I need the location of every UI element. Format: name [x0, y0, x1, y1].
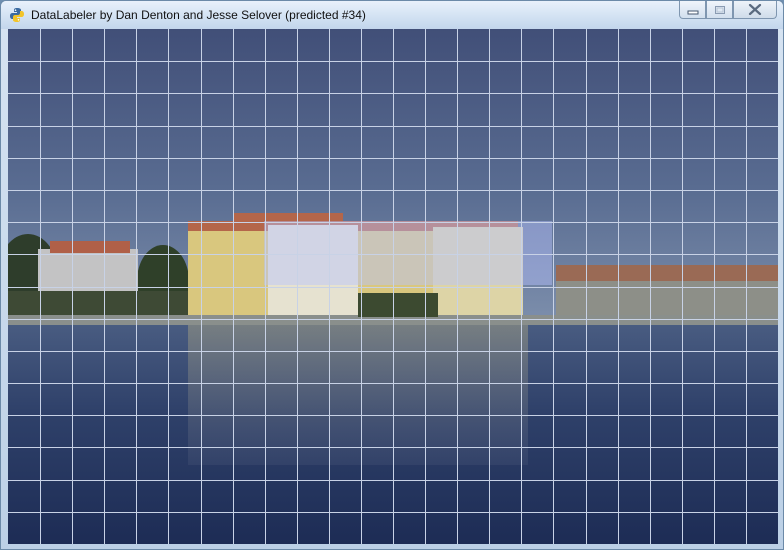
window-controls — [679, 1, 777, 20]
label-grid[interactable] — [8, 29, 778, 544]
python-icon — [9, 7, 25, 23]
minimize-button[interactable] — [679, 1, 706, 19]
image-canvas[interactable] — [8, 29, 778, 544]
window-title: DataLabeler by Dan Denton and Jesse Selo… — [31, 8, 366, 22]
app-window: DataLabeler by Dan Denton and Jesse Selo… — [0, 0, 784, 550]
title-bar[interactable]: DataLabeler by Dan Denton and Jesse Selo… — [1, 1, 783, 29]
minimize-icon — [687, 5, 699, 15]
maximize-button[interactable] — [706, 1, 733, 19]
close-icon — [748, 4, 762, 15]
close-button[interactable] — [733, 1, 777, 19]
maximize-icon — [714, 5, 726, 15]
